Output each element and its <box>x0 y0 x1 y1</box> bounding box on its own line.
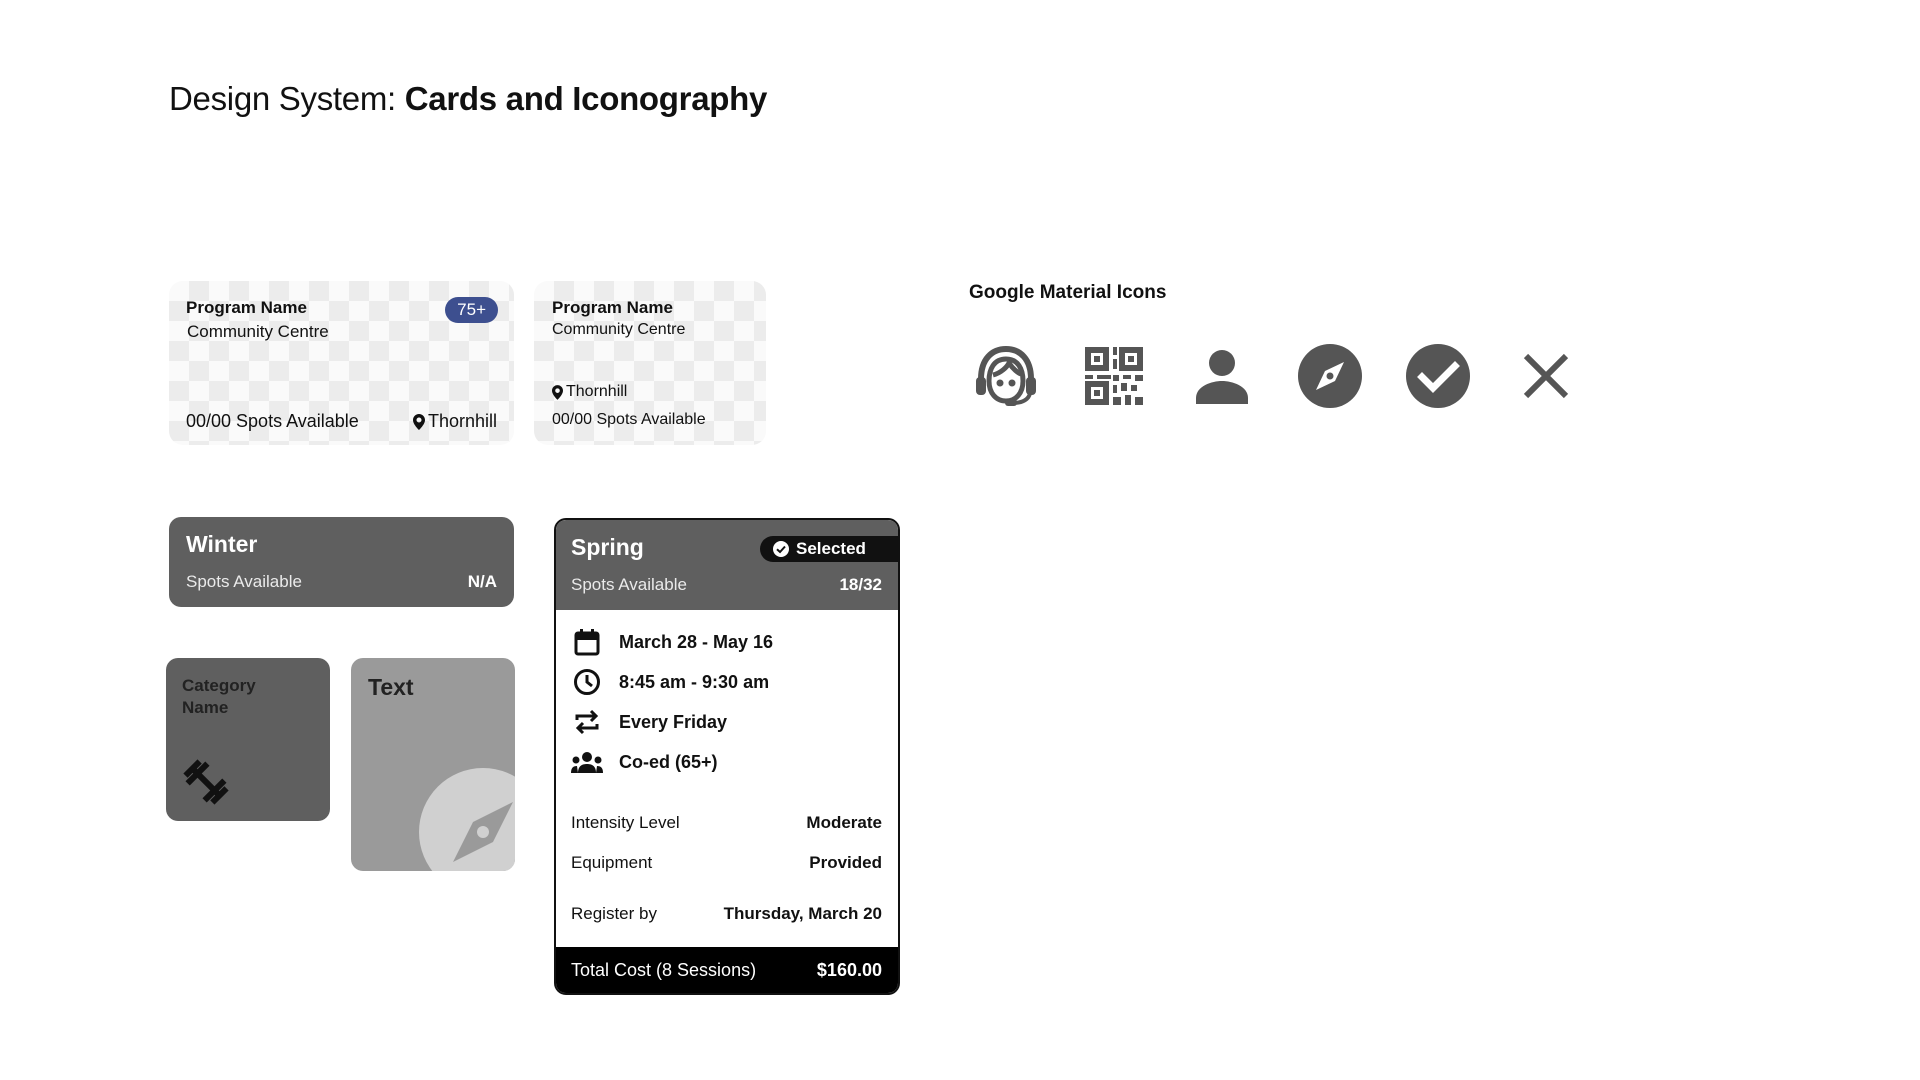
spots-value: 18/32 <box>839 575 882 594</box>
page-title-prefix: Design System: <box>169 80 405 117</box>
selected-badge: Selected <box>760 536 898 562</box>
category-tile[interactable]: Category Name <box>166 658 330 821</box>
total-cost-bar: Total Cost (8 Sessions) $160.00 <box>556 947 898 993</box>
text-tile-label: Text <box>368 674 414 700</box>
age-badge: 75+ <box>445 297 498 323</box>
total-value: $160.00 <box>816 959 882 980</box>
qr-code-icon <box>1078 340 1150 412</box>
time-range: 8:45 am - 9:30 am <box>619 671 770 692</box>
date-range: March 28 - May 16 <box>619 631 774 652</box>
equipment-value: Provided <box>809 853 882 872</box>
category-name: Category Name <box>182 676 256 717</box>
person-icon <box>1186 340 1258 412</box>
spots-label: Spots Available <box>571 575 687 594</box>
recurrence: Every Friday <box>619 711 728 732</box>
time-row: 8:45 am - 9:30 am <box>571 667 769 697</box>
season-title: Winter <box>186 531 258 557</box>
group-row: Co-ed (65+) <box>571 747 718 777</box>
equipment-row: Equipment Provided <box>571 853 882 873</box>
fitness-center-icon <box>182 758 230 811</box>
spring-card-header: Spring Selected Spots Available 18/32 <box>556 520 898 610</box>
repeat-icon <box>571 707 603 737</box>
explore-icon <box>1294 340 1366 412</box>
location-pin-icon <box>552 384 563 400</box>
program-card-horizontal[interactable]: Program Name Community Centre 75+ 00/00 … <box>169 281 514 445</box>
icons-section-label: Google Material Icons <box>969 282 1167 303</box>
text-tile[interactable]: Text <box>351 658 515 871</box>
season-card-spring-selected[interactable]: Spring Selected Spots Available 18/32 Ma… <box>554 518 900 995</box>
close-icon <box>1510 340 1582 412</box>
equipment-label: Equipment <box>571 853 653 872</box>
season-title: Spring <box>571 534 644 560</box>
location-text: Thornhill <box>427 411 497 431</box>
intensity-label: Intensity Level <box>571 813 680 832</box>
group: Co-ed (65+) <box>619 751 718 772</box>
register-label: Register by <box>571 904 657 923</box>
register-value: Thursday, March 20 <box>723 904 882 923</box>
page-title: Design System: Cards and Iconography <box>169 80 767 118</box>
spots-label: Spots Available <box>186 572 302 591</box>
total-label: Total Cost (8 Sessions) <box>571 959 757 980</box>
spots-value: N/A <box>467 572 497 591</box>
register-row: Register by Thursday, March 20 <box>571 904 882 924</box>
program-card-compact[interactable]: Program Name Community Centre Thornhill … <box>534 281 766 445</box>
location-text: Thornhill <box>566 383 628 400</box>
location: Thornhill <box>552 383 627 401</box>
intensity-row: Intensity Level Moderate <box>571 813 882 833</box>
program-name: Program Name <box>186 298 307 317</box>
location: Thornhill <box>412 411 497 432</box>
location-pin-icon <box>412 413 425 430</box>
spots-available: 00/00 Spots Available <box>552 411 706 428</box>
clock-icon <box>571 667 603 697</box>
community-centre: Community Centre <box>552 321 686 338</box>
calendar-icon <box>571 627 603 657</box>
season-card-winter[interactable]: Winter Spots Available N/A <box>169 517 514 607</box>
intensity-value: Moderate <box>806 813 882 832</box>
recurrence-row: Every Friday <box>571 707 727 737</box>
check-circle-icon <box>1402 340 1474 412</box>
spots-available: 00/00 Spots Available <box>186 411 359 431</box>
explore-icon <box>418 767 515 871</box>
program-name: Program Name <box>552 298 673 317</box>
support-agent-icon <box>970 340 1042 412</box>
selected-label: Selected <box>796 539 866 558</box>
date-row: March 28 - May 16 <box>571 627 773 657</box>
groups-icon <box>571 747 603 777</box>
community-centre: Community Centre <box>187 322 329 341</box>
page-title-bold: Cards and Iconography <box>404 80 768 117</box>
check-circle-icon <box>773 541 789 557</box>
